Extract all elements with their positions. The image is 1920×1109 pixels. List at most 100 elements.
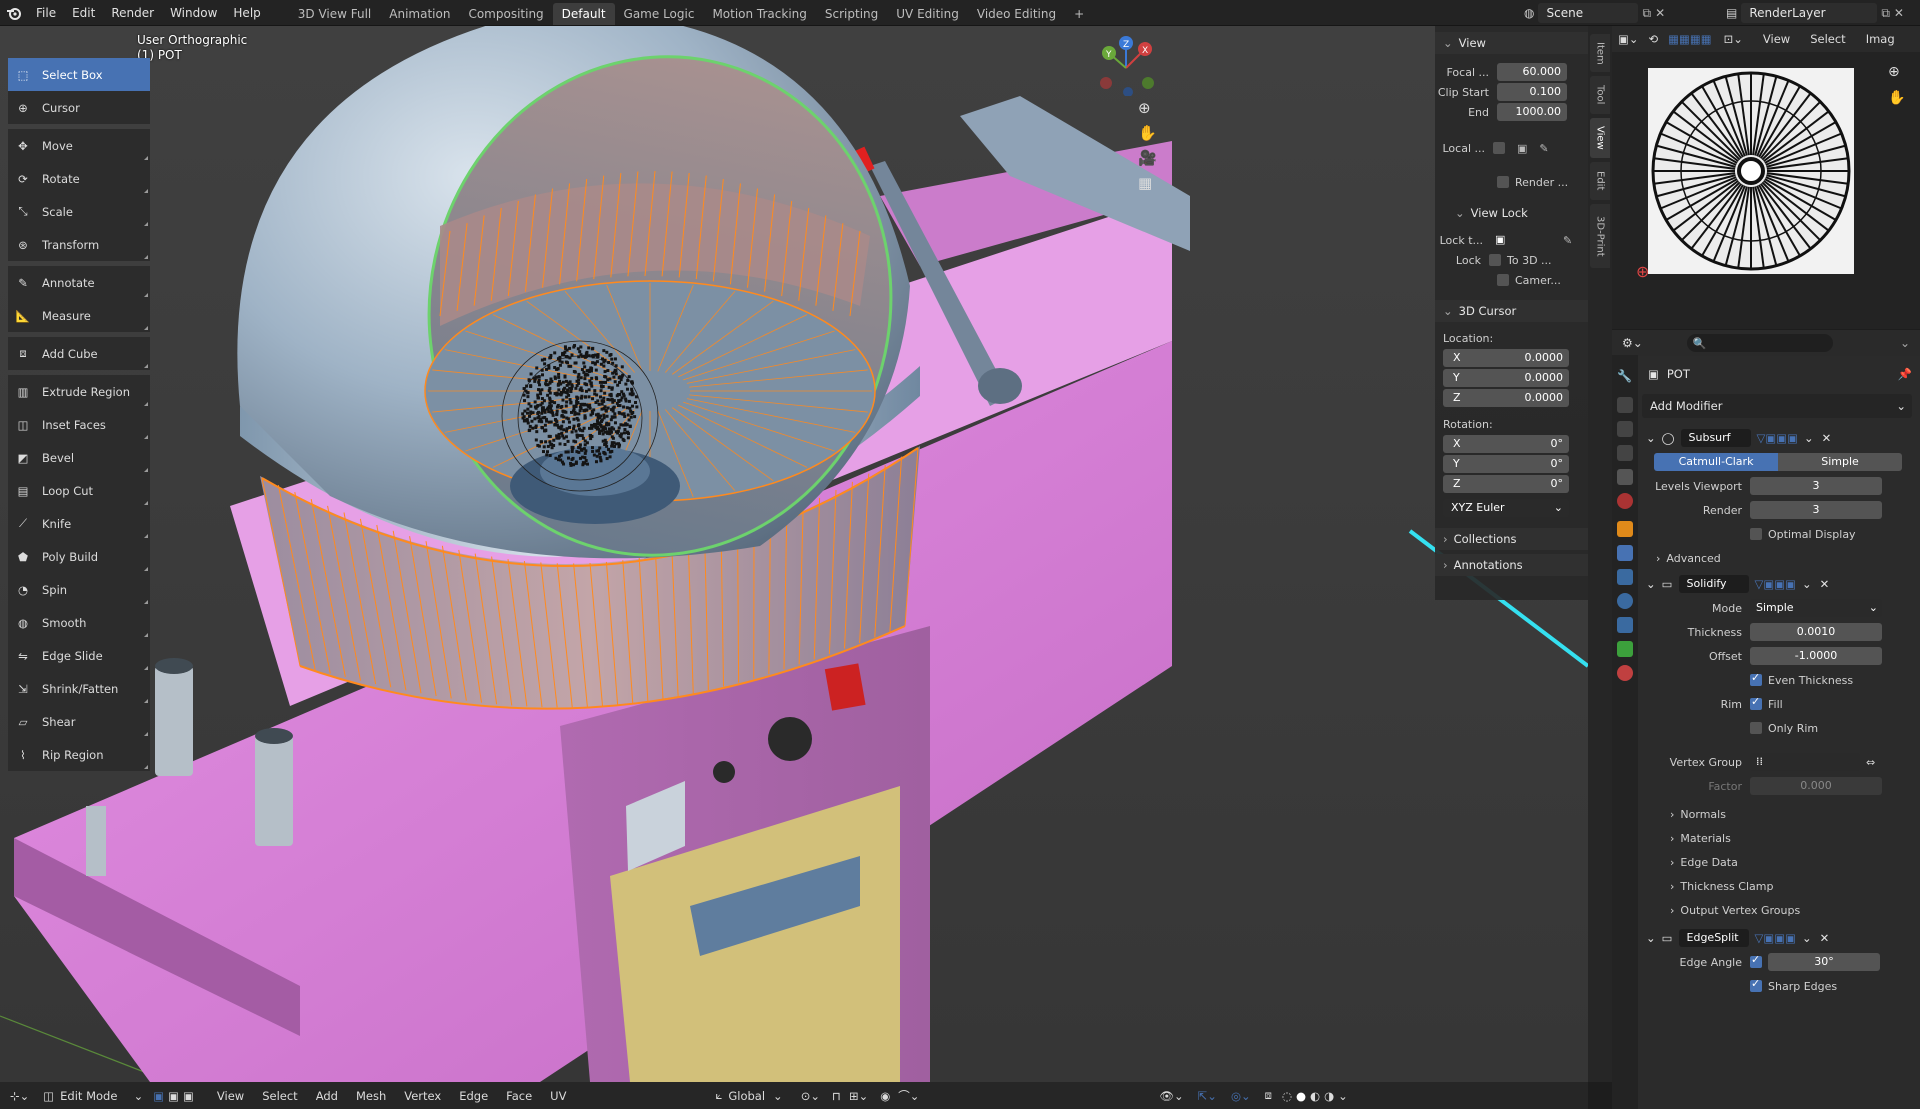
- tool-shear[interactable]: ▱ Shear: [8, 705, 150, 738]
- shading-solid-icon[interactable]: ●: [1296, 1089, 1306, 1103]
- tab-default[interactable]: Default: [552, 2, 615, 25]
- select-mode-edge-icon[interactable]: ▣: [168, 1089, 179, 1103]
- tab-game-logic[interactable]: Game Logic: [615, 3, 704, 25]
- close-icon[interactable]: ✕: [1820, 931, 1830, 945]
- menu-vertex[interactable]: Vertex: [395, 1089, 450, 1103]
- subsurf-name-field[interactable]: Subsurf: [1680, 429, 1751, 447]
- proportional-editing-icon[interactable]: ◉: [880, 1089, 890, 1103]
- eyedropper-icon[interactable]: ✎: [1563, 234, 1572, 247]
- tool-knife[interactable]: ⟋ Knife: [8, 507, 150, 540]
- sharp-edges-checkbox[interactable]: [1750, 977, 1762, 992]
- image-menu-select[interactable]: Select: [1810, 32, 1845, 46]
- render-levels-field[interactable]: 3: [1750, 501, 1882, 519]
- optimal-display-checkbox[interactable]: [1750, 528, 1762, 540]
- only-rim-checkbox[interactable]: [1750, 722, 1762, 734]
- fill-rim-checkbox[interactable]: [1750, 695, 1762, 710]
- scene-name-field[interactable]: Scene: [1538, 3, 1639, 23]
- lock-camera-checkbox[interactable]: [1497, 274, 1509, 286]
- constraints-properties-icon[interactable]: [1617, 617, 1633, 633]
- collections-panel-header[interactable]: › Collections: [1435, 528, 1588, 550]
- tab-motion-tracking[interactable]: Motion Tracking: [703, 3, 815, 25]
- vertex-group-field[interactable]: ⁞⁞: [1750, 753, 1860, 771]
- xray-toggle-icon[interactable]: ⧈: [1265, 1088, 1272, 1103]
- chevron-down-icon[interactable]: ⌄: [1646, 431, 1656, 445]
- menu-help[interactable]: Help: [225, 0, 268, 26]
- tool-loop-cut[interactable]: ▤ Loop Cut: [8, 474, 150, 507]
- view-layer-name-field[interactable]: RenderLayer: [1741, 3, 1878, 23]
- particles-properties-icon[interactable]: [1617, 569, 1633, 585]
- properties-search-input[interactable]: 🔍: [1686, 334, 1833, 352]
- tool-move[interactable]: ✥ Move: [8, 129, 150, 162]
- tool-spin[interactable]: ◔ Spin: [8, 573, 150, 606]
- tool-select-box[interactable]: ⬚ Select Box: [8, 58, 150, 91]
- chevron-down-icon[interactable]: ⌄: [1646, 577, 1656, 591]
- tab-view[interactable]: View: [1590, 118, 1610, 158]
- view-object-types-icon[interactable]: 👁⌄: [1159, 1089, 1183, 1103]
- offset-field[interactable]: -1.0000: [1750, 647, 1882, 665]
- modifier-properties-icon[interactable]: [1617, 545, 1633, 561]
- tab-scripting[interactable]: Scripting: [816, 3, 887, 25]
- menu-file[interactable]: File: [28, 0, 64, 26]
- chevron-down-icon[interactable]: ⌄: [1802, 931, 1812, 945]
- scene-properties-icon[interactable]: [1617, 469, 1633, 485]
- gizmo-toggle-icon[interactable]: ⇱⌄: [1198, 1089, 1217, 1103]
- editor-type-icon[interactable]: ⚙⌄: [1622, 336, 1643, 350]
- material-properties-icon[interactable]: [1617, 665, 1633, 681]
- image-editor[interactable]: ▣⌄ ⟲ ▦▦▦▦ ⊡⌄ View Select Imag ⊕ ⊕ ✋: [1612, 26, 1920, 329]
- view-panel-header[interactable]: ⌄ View: [1435, 32, 1588, 54]
- uv-sync-icon[interactable]: ⟲: [1649, 32, 1659, 46]
- catmull-clark-button[interactable]: Catmull-Clark: [1654, 453, 1778, 471]
- tool-extrude-region[interactable]: ▥ Extrude Region: [8, 375, 150, 408]
- menu-uv[interactable]: UV: [541, 1089, 575, 1103]
- simple-button[interactable]: Simple: [1778, 453, 1902, 471]
- editor-type-icon[interactable]: ⊹⌄: [10, 1089, 29, 1103]
- tool-shrink-fatten[interactable]: ⇲ Shrink/Fatten: [8, 672, 150, 705]
- physics-properties-icon[interactable]: [1617, 593, 1633, 609]
- 3d-viewport[interactable]: User Orthographic (1) POT Z X Y ⊕ ✋ 🎥 ▦ …: [0, 26, 1588, 1082]
- tab-3d-view-full[interactable]: 3D View Full: [289, 3, 381, 25]
- ortho-grid-icon[interactable]: ▦: [1138, 174, 1152, 192]
- tool-edge-slide[interactable]: ⇋ Edge Slide: [8, 639, 150, 672]
- cursor-rotation-z-field[interactable]: Z 0°: [1443, 475, 1569, 493]
- scene-selector[interactable]: ◍ Scene ⧉ ✕: [1524, 3, 1665, 23]
- camera-view-icon[interactable]: 🎥: [1138, 149, 1157, 167]
- factor-field[interactable]: 0.000: [1750, 777, 1882, 795]
- select-mode-vertex-icon[interactable]: ▣: [153, 1089, 164, 1103]
- output-vertex-groups-subpanel[interactable]: › Output Vertex Groups: [1642, 898, 1912, 922]
- lock-to-3d-cursor-checkbox[interactable]: [1489, 254, 1501, 266]
- render-properties-icon[interactable]: [1617, 397, 1633, 413]
- tab-item[interactable]: Item: [1590, 34, 1610, 72]
- image-menu-image[interactable]: Imag: [1866, 32, 1895, 46]
- camera-picker-icon[interactable]: ▣: [1517, 142, 1527, 155]
- 3d-cursor-panel-header[interactable]: ⌄ 3D Cursor: [1435, 300, 1588, 322]
- focal-length-field[interactable]: 60.000: [1497, 63, 1567, 81]
- edge-angle-checkbox[interactable]: [1750, 953, 1762, 968]
- delete-scene-icon[interactable]: ✕: [1655, 6, 1665, 20]
- overlay-toggle-icon[interactable]: ◎⌄: [1231, 1089, 1251, 1103]
- tab-tool[interactable]: Tool: [1590, 76, 1610, 114]
- materials-subpanel[interactable]: › Materials: [1642, 826, 1912, 850]
- snap-icon[interactable]: ⊓: [832, 1089, 841, 1103]
- new-scene-icon[interactable]: ⧉: [1642, 6, 1651, 21]
- pin-icon[interactable]: 📌: [1898, 367, 1912, 381]
- shading-options-icon[interactable]: ⌄: [1338, 1089, 1348, 1103]
- tab-3d-print[interactable]: 3D-Print: [1590, 204, 1610, 268]
- falloff-icon[interactable]: ⌒⌄: [898, 1088, 919, 1104]
- delete-view-layer-icon[interactable]: ✕: [1894, 6, 1904, 20]
- view-layer-selector[interactable]: ▤ RenderLayer ⧉ ✕: [1726, 3, 1904, 23]
- close-icon[interactable]: ✕: [1822, 431, 1832, 445]
- edge-angle-field[interactable]: 30°: [1768, 953, 1880, 971]
- edgesplit-modifier-header[interactable]: ⌄ ▭ EdgeSplit ▽▣▣▣ ⌄ ✕: [1642, 926, 1912, 950]
- select-mode-face-icon[interactable]: ▣: [183, 1089, 194, 1103]
- close-icon[interactable]: ✕: [1820, 577, 1830, 591]
- zoom-icon[interactable]: ⊕: [1138, 99, 1151, 117]
- tool-transform[interactable]: ⊛ Transform: [8, 228, 150, 261]
- advanced-subpanel[interactable]: › Advanced: [1642, 546, 1912, 570]
- cursor-rotation-y-field[interactable]: Y 0°: [1443, 455, 1569, 473]
- menu-mesh[interactable]: Mesh: [347, 1089, 395, 1103]
- transform-orientation-dropdown[interactable]: ⟀ Global ⌄: [715, 1088, 782, 1103]
- edgesplit-name-field[interactable]: EdgeSplit: [1678, 929, 1749, 947]
- shading-rendered-icon[interactable]: ◑: [1324, 1089, 1334, 1103]
- image-menu-view[interactable]: View: [1763, 32, 1790, 46]
- render-region-checkbox[interactable]: [1497, 176, 1509, 188]
